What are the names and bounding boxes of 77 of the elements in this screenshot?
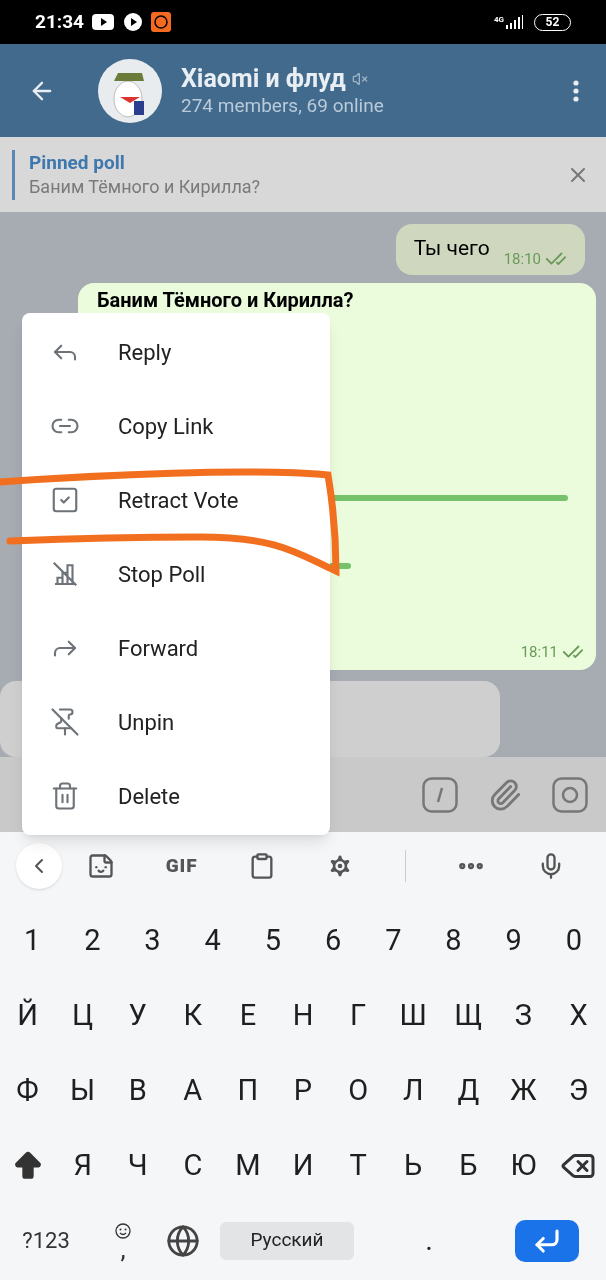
keyboard-key[interactable]: Х bbox=[550, 978, 606, 1053]
keyboard-key[interactable]: 7 bbox=[363, 903, 424, 978]
keyboard-key[interactable]: И bbox=[275, 1128, 331, 1203]
keyboard-key[interactable]: Е bbox=[220, 978, 276, 1053]
menu-item[interactable]: Reply bbox=[22, 315, 330, 389]
camera-icon[interactable] bbox=[552, 776, 588, 813]
gif-button[interactable]: GIF bbox=[165, 851, 198, 881]
keyboard-key[interactable]: 2 bbox=[62, 903, 123, 978]
keyboard-key[interactable]: Ь bbox=[385, 1128, 441, 1203]
keyboard-key[interactable]: 4 bbox=[182, 903, 243, 978]
play-circle-icon bbox=[123, 13, 142, 31]
app-notification-icon bbox=[150, 12, 171, 32]
attach-icon[interactable] bbox=[488, 777, 522, 812]
symbols-key[interactable]: ?123 bbox=[0, 1203, 92, 1278]
menu-item[interactable]: Retract Vote bbox=[22, 463, 330, 537]
chat-title: Xiaomi и флуд bbox=[181, 63, 346, 94]
member-count: 274 members, 69 online bbox=[181, 93, 385, 118]
keyboard-key[interactable]: Т bbox=[330, 1128, 386, 1203]
more-icon bbox=[573, 79, 579, 102]
pinned-label: Pinned poll bbox=[29, 150, 126, 175]
keyboard-key[interactable]: К bbox=[165, 978, 221, 1053]
keyboard-key[interactable]: С bbox=[165, 1128, 221, 1203]
message-text: Ты чего bbox=[413, 234, 490, 262]
poll-question: Баним Тёмного и Кирилла? bbox=[97, 288, 355, 312]
pinned-text: Баним Тёмного и Кирилла? bbox=[29, 174, 262, 199]
keyboard-key[interactable]: Ж bbox=[495, 1053, 551, 1128]
crossed-chart-icon bbox=[50, 559, 80, 589]
keyboard-key[interactable]: Б bbox=[440, 1128, 496, 1203]
keyboard-key[interactable]: Л bbox=[385, 1053, 441, 1128]
enter-key[interactable] bbox=[515, 1219, 579, 1262]
keyboard-key[interactable]: У bbox=[110, 978, 166, 1053]
unpin-icon bbox=[50, 707, 80, 737]
menu-item[interactable]: Forward bbox=[22, 611, 330, 685]
keyboard-key[interactable]: Ш bbox=[385, 978, 441, 1053]
menu-item[interactable]: Copy Link bbox=[22, 389, 330, 463]
keyboard-key[interactable]: 3 bbox=[122, 903, 183, 978]
keyboard-key[interactable]: 5 bbox=[242, 903, 303, 978]
checkbox-icon bbox=[50, 485, 80, 515]
network-type: 4G bbox=[493, 16, 504, 24]
keyboard-key[interactable]: Ф bbox=[0, 1053, 56, 1128]
keyboard-key[interactable]: 9 bbox=[483, 903, 544, 978]
keyboard-key[interactable]: В bbox=[110, 1053, 166, 1128]
message-time: 18:10 bbox=[503, 248, 541, 270]
play-icon bbox=[91, 14, 114, 30]
keyboard-key[interactable]: Ц bbox=[55, 978, 111, 1053]
keyboard-key[interactable]: Ы bbox=[55, 1053, 111, 1128]
keyboard-key[interactable]: 8 bbox=[423, 903, 484, 978]
keyboard-key[interactable]: П bbox=[220, 1053, 276, 1128]
keyboard-key[interactable]: Щ bbox=[440, 978, 496, 1053]
comma-key[interactable]: , bbox=[92, 1203, 154, 1278]
keyboard-key[interactable]: Н bbox=[275, 978, 331, 1053]
smiley-icon bbox=[115, 1222, 131, 1239]
keyboard-key[interactable]: 0 bbox=[543, 903, 605, 978]
keyboard-key[interactable]: Э bbox=[550, 1053, 606, 1128]
keyboard-key[interactable]: Д bbox=[440, 1053, 496, 1128]
keyboard-key[interactable]: 6 bbox=[303, 903, 364, 978]
commands-icon[interactable] bbox=[422, 776, 458, 813]
keyboard-key[interactable]: О bbox=[330, 1053, 386, 1128]
trash-icon bbox=[50, 781, 80, 811]
keyboard-key[interactable]: Ю bbox=[495, 1128, 551, 1203]
message-time: 18:11 bbox=[520, 642, 558, 663]
space-bar[interactable]: Русский bbox=[220, 1221, 354, 1260]
keyboard-key[interactable]: Р bbox=[275, 1053, 331, 1128]
sticker-icon[interactable] bbox=[87, 852, 116, 880]
globe-icon bbox=[166, 1223, 200, 1258]
keyboard-key[interactable]: Ч bbox=[110, 1128, 166, 1203]
clock: 21:34 bbox=[35, 8, 84, 35]
signal-icon bbox=[504, 15, 524, 29]
keyboard-key[interactable]: 1 bbox=[2, 903, 63, 978]
menu-item[interactable]: Unpin bbox=[22, 685, 330, 759]
keyboard-key[interactable]: Г bbox=[330, 978, 386, 1053]
keyboard-key[interactable]: М bbox=[220, 1128, 276, 1203]
keyboard-key[interactable]: . bbox=[362, 1203, 496, 1278]
keyboard-key[interactable]: Я bbox=[55, 1128, 111, 1203]
keyboard-key[interactable]: А bbox=[165, 1053, 221, 1128]
keyboard-key[interactable]: З bbox=[495, 978, 551, 1053]
keyboard-key[interactable]: Й bbox=[0, 978, 56, 1053]
